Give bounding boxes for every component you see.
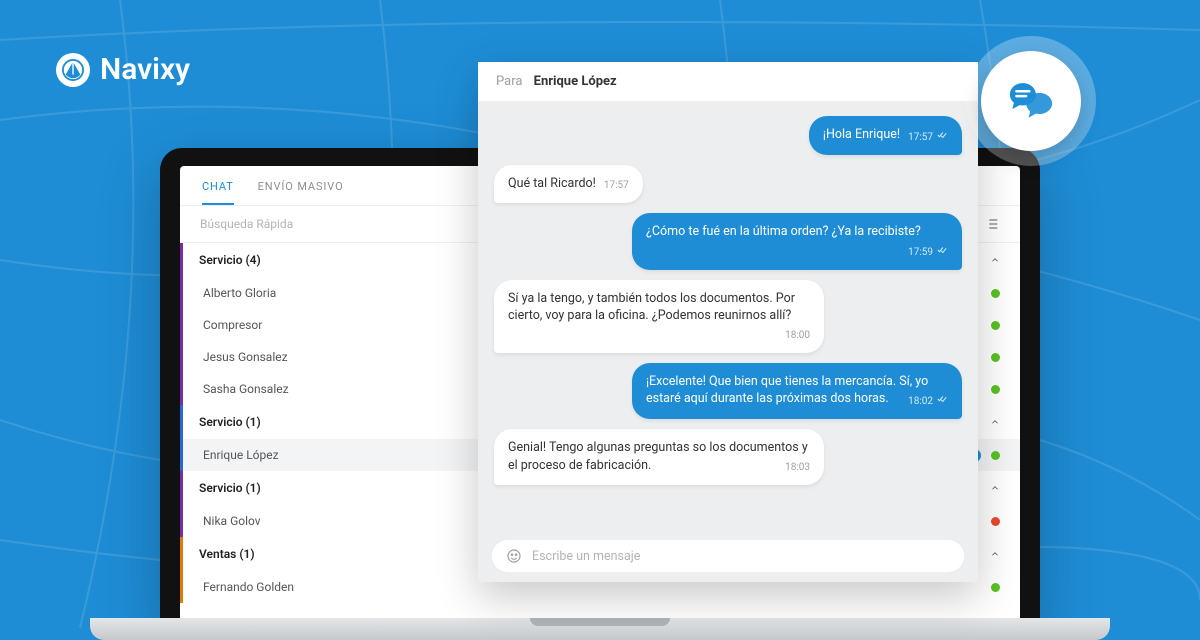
message-text: Genial! Tengo algunas preguntas so los d… bbox=[508, 440, 808, 473]
group-label: Servicio (4) bbox=[199, 253, 261, 267]
message-time: 18:02 bbox=[908, 394, 948, 409]
contact-name: Nika Golov bbox=[203, 514, 261, 528]
chat-feature-badge bbox=[966, 36, 1096, 166]
chat-to-name: Enrique López bbox=[534, 74, 617, 89]
message-row: Genial! Tengo algunas preguntas so los d… bbox=[494, 429, 962, 485]
message-text: ¡Excelente! Que bien que tienes la merca… bbox=[646, 374, 928, 407]
message-text: ¡Hola Enrique! bbox=[823, 127, 900, 142]
message-time: 18:03 bbox=[785, 461, 810, 475]
status-dot bbox=[991, 583, 1000, 592]
contact-name: Fernando Golden bbox=[203, 580, 294, 594]
message-bubble: ¡Excelente! Que bien que tienes la merca… bbox=[632, 363, 962, 420]
message-text: Sí ya la tengo, y también todos los docu… bbox=[508, 291, 795, 324]
read-check-icon bbox=[936, 130, 948, 145]
contact-name: Alberto Gloria bbox=[203, 286, 276, 300]
brand-logo: Navixy bbox=[56, 52, 190, 87]
message-text: Qué tal Ricardo! bbox=[508, 176, 596, 191]
tab-bulk-send[interactable]: ENVÍO MASIVO bbox=[258, 180, 344, 205]
chat-header: Para Enrique López bbox=[478, 62, 978, 102]
status-dot bbox=[991, 451, 1000, 460]
message-row: ¡Hola Enrique! 17:57 bbox=[494, 116, 962, 155]
read-check-icon bbox=[936, 245, 948, 260]
tab-chat[interactable]: CHAT bbox=[202, 180, 234, 205]
message-bubble: Genial! Tengo algunas preguntas so los d… bbox=[494, 429, 824, 485]
chat-to-label: Para bbox=[496, 74, 522, 89]
message-text: ¿Cómo te fué en la última orden? ¿Ya la … bbox=[646, 224, 921, 239]
group-label: Servicio (1) bbox=[199, 415, 261, 429]
contact-name: Sasha Gonsalez bbox=[203, 382, 289, 396]
message-row: Qué tal Ricardo! 17:57 bbox=[494, 165, 962, 203]
status-dot bbox=[991, 353, 1000, 362]
status-dot bbox=[991, 289, 1000, 298]
message-time: 17:57 bbox=[604, 179, 629, 193]
contact-name: Enrique López bbox=[203, 448, 279, 462]
list-view-icon[interactable] bbox=[984, 216, 1000, 232]
message-time: 17:57 bbox=[908, 130, 948, 145]
message-row: Sí ya la tengo, y también todos los docu… bbox=[494, 280, 962, 353]
group-label: Servicio (1) bbox=[199, 481, 261, 495]
chat-bubble-icon bbox=[1005, 75, 1057, 127]
message-row: ¿Cómo te fué en la última orden? ¿Ya la … bbox=[494, 213, 962, 270]
message-bubble: ¡Hola Enrique! 17:57 bbox=[809, 116, 962, 155]
status-dot bbox=[991, 517, 1000, 526]
status-dot bbox=[991, 385, 1000, 394]
brand-name: Navixy bbox=[100, 52, 190, 87]
group-label: Ventas (1) bbox=[199, 547, 255, 561]
read-check-icon bbox=[936, 394, 948, 409]
message-row: ¡Excelente! Que bien que tienes la merca… bbox=[494, 363, 962, 420]
message-bubble: ¿Cómo te fué en la última orden? ¿Ya la … bbox=[632, 213, 962, 270]
message-input[interactable] bbox=[532, 549, 950, 564]
laptop-base bbox=[90, 618, 1110, 640]
message-time: 17:59 bbox=[908, 245, 948, 260]
chat-body: ¡Hola Enrique! 17:57 Qué tal Ricardo! 17:57… bbox=[478, 102, 978, 530]
emoji-icon[interactable] bbox=[506, 548, 522, 564]
chat-window: Para Enrique López ¡Hola Enrique!17:57Qu… bbox=[478, 62, 978, 582]
message-bubble: Sí ya la tengo, y también todos los docu… bbox=[494, 280, 824, 353]
message-time: 18:00 bbox=[785, 329, 810, 343]
brand-mark-icon bbox=[56, 53, 90, 87]
message-bubble: Qué tal Ricardo! 17:57 bbox=[494, 165, 643, 203]
contact-name: Compresor bbox=[203, 318, 262, 332]
status-dot bbox=[991, 321, 1000, 330]
contact-name: Jesus Gonsalez bbox=[203, 350, 288, 364]
composer bbox=[478, 530, 978, 582]
